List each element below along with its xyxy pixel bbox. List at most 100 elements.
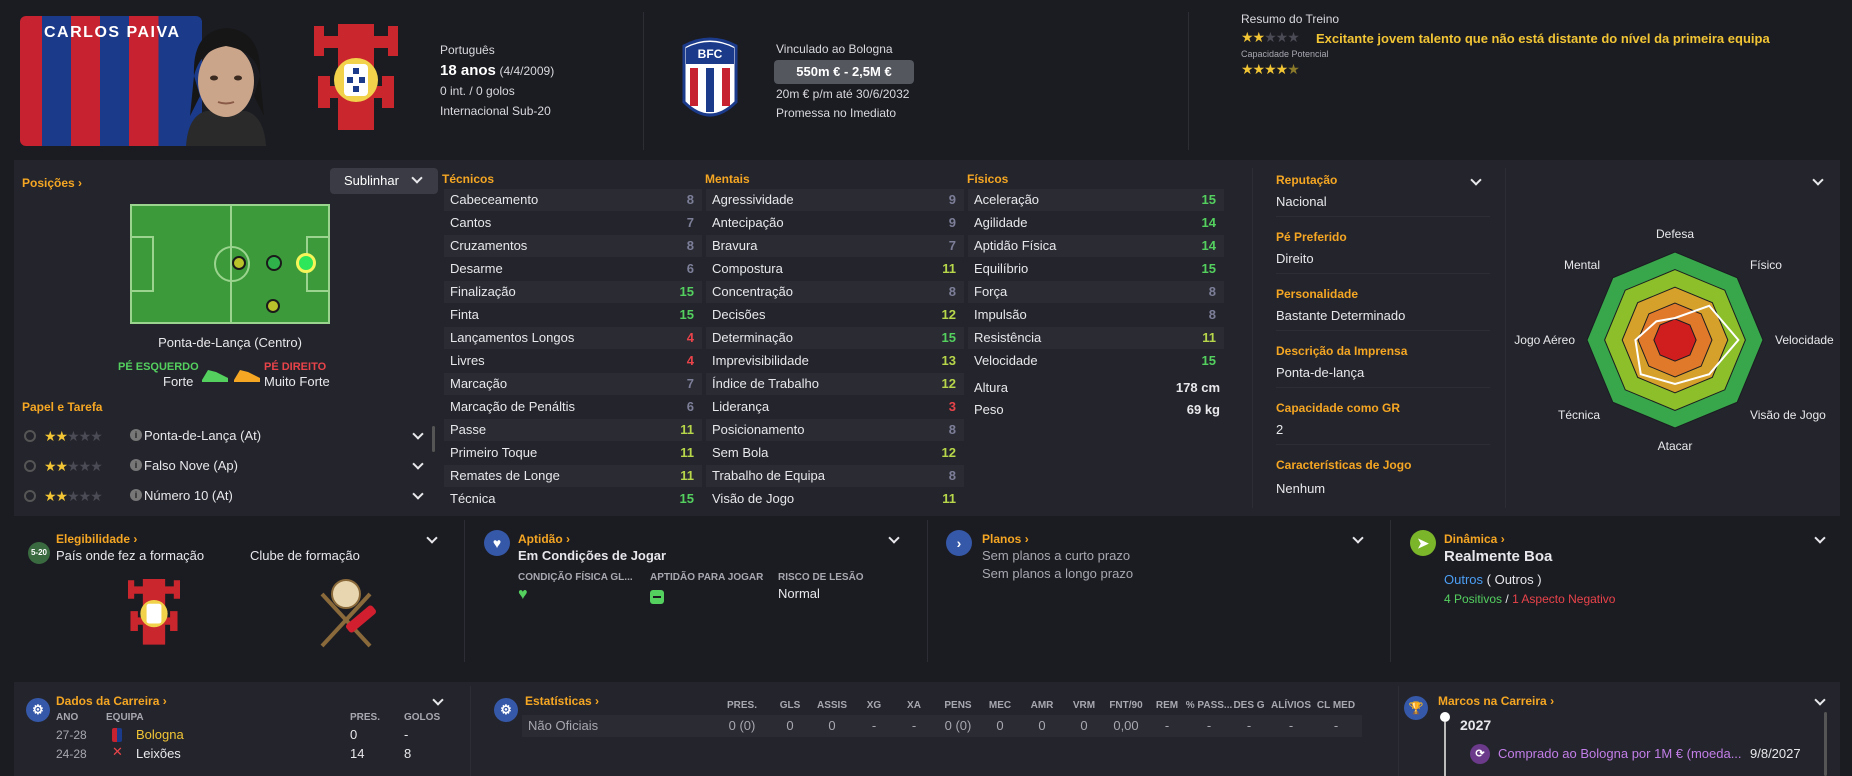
attribute-row[interactable]: Bravura 7 (706, 235, 964, 257)
attribute-name: Técnica (450, 491, 496, 506)
attribute-row[interactable]: Cabeceamento 8 (444, 189, 702, 211)
stats-header[interactable]: ASSIS (808, 700, 856, 711)
others-link[interactable]: Outros (1444, 572, 1483, 587)
stats-header[interactable]: XA (890, 700, 938, 711)
attribute-row[interactable]: Passe 11 (444, 419, 702, 441)
milestones-title[interactable]: Marcos na Carreira › (1438, 694, 1554, 708)
stats-header[interactable]: REM (1143, 700, 1191, 711)
attribute-row[interactable]: Lançamentos Longos 4 (444, 327, 702, 349)
attribute-value: 3 (948, 399, 956, 414)
attribute-row[interactable]: Marcação de Penáltis 6 (444, 396, 702, 418)
attribute-row[interactable]: Trabalho de Equipa 8 (706, 465, 964, 487)
attribute-row[interactable]: Aceleração 15 (968, 189, 1224, 211)
positives[interactable]: 4 Positivos (1444, 592, 1502, 606)
attribute-value: 8 (686, 238, 694, 253)
career-team[interactable]: Leixões (136, 746, 181, 761)
attribute-row[interactable]: Compostura 11 (706, 258, 964, 280)
press-value: Ponta-de-lança (1276, 365, 1365, 380)
attribute-name: Velocidade (974, 353, 1038, 368)
attribute-name: Passe (450, 422, 487, 437)
dynamics-title[interactable]: Dinâmica › (1444, 532, 1505, 546)
eligibility-title[interactable]: Elegibilidade › (56, 532, 137, 546)
role-row[interactable]: ★★★★★ i Falso Nove (Ap) (22, 458, 426, 480)
highlight-dropdown[interactable]: Sublinhar (330, 168, 438, 194)
attribute-row[interactable]: Cruzamentos 8 (444, 235, 702, 257)
attribute-row[interactable]: Agressividade 9 (706, 189, 964, 211)
attribute-row[interactable]: Cantos 7 (444, 212, 702, 234)
stats-header[interactable]: GLS (766, 700, 814, 711)
attribute-row[interactable]: Velocidade 15 (968, 350, 1224, 372)
stats-header[interactable]: VRM (1060, 700, 1108, 711)
reputation-label: Reputação (1276, 173, 1338, 187)
attribute-value: 15 (941, 330, 956, 345)
role-radio[interactable] (24, 460, 36, 472)
attribute-row[interactable]: Força 8 (968, 281, 1224, 303)
traits-label: Características de Jogo (1276, 458, 1412, 472)
attribute-row[interactable]: Técnica 15 (444, 488, 702, 510)
stats-header[interactable]: ALÍVIOS (1267, 700, 1315, 711)
gk-value: 2 (1276, 422, 1284, 437)
chevron-down-icon[interactable] (412, 488, 424, 500)
role-row[interactable]: ★★★★★ i Ponta-de-Lança (At) (22, 428, 426, 450)
fitness-title[interactable]: Aptidão › (518, 532, 570, 546)
role-radio[interactable] (24, 430, 36, 442)
radar-ring (1653, 318, 1697, 362)
attribute-name: Índice de Trabalho (712, 376, 819, 391)
attribute-value: 15 (1201, 353, 1216, 368)
milestone-event[interactable]: Comprado ao Bologna por 1M € (moeda... (1498, 746, 1742, 761)
attribute-row[interactable]: Aptidão Física 14 (968, 235, 1224, 257)
attribute-row[interactable]: Posicionamento 8 (706, 419, 964, 441)
attribute-row[interactable]: Decisões 12 (706, 304, 964, 326)
stats-header[interactable]: CL MED (1312, 700, 1360, 711)
info-icon[interactable]: i (130, 429, 142, 441)
attribute-row[interactable]: Finalização 15 (444, 281, 702, 303)
stats-header[interactable]: DES G (1225, 700, 1273, 711)
attribute-value: 15 (679, 284, 694, 299)
condition-header: CONDIÇÃO FÍSICA GL... (518, 572, 633, 583)
attribute-row[interactable]: Antecipação 9 (706, 212, 964, 234)
stats-header[interactable]: PENS (934, 700, 982, 711)
attribute-row[interactable]: Concentração 8 (706, 281, 964, 303)
leixoes-crest-icon (320, 579, 377, 648)
attribute-value: 12 (941, 307, 956, 322)
role-row[interactable]: ★★★★★ i Número 10 (At) (22, 488, 426, 510)
radar-label: Técnica (1558, 408, 1600, 422)
attribute-row[interactable]: Índice de Trabalho 12 (706, 373, 964, 395)
attribute-row[interactable]: Liderança 3 (706, 396, 964, 418)
negatives[interactable]: 1 Aspecto Negativo (1512, 592, 1615, 606)
country-label: País onde fez a formação (56, 548, 205, 563)
chevron-down-icon[interactable] (412, 428, 424, 440)
chevron-down-icon[interactable] (412, 458, 424, 470)
positions-title[interactable]: Posições › (22, 176, 82, 190)
attribute-row[interactable]: Marcação 7 (444, 373, 702, 395)
milestones-scrollbar[interactable] (1824, 712, 1827, 776)
attribute-row[interactable]: Determinação 15 (706, 327, 964, 349)
info-icon[interactable]: i (130, 489, 142, 501)
divider (1505, 168, 1506, 508)
attribute-row[interactable]: Finta 15 (444, 304, 702, 326)
stats-header[interactable]: AMR (1018, 700, 1066, 711)
value-badge[interactable]: 550m € - 2,5M € (774, 60, 914, 84)
attribute-row[interactable]: Primeiro Toque 11 (444, 442, 702, 464)
roles-scrollbar[interactable] (432, 426, 435, 452)
attribute-row[interactable]: Sem Bola 12 (706, 442, 964, 464)
info-icon[interactable]: i (130, 459, 142, 471)
attribute-row[interactable]: Livres 4 (444, 350, 702, 372)
stats-header[interactable]: MEC (976, 700, 1024, 711)
divider (464, 520, 465, 662)
attribute-value: 8 (948, 284, 956, 299)
attribute-value: 15 (679, 307, 694, 322)
attribute-row[interactable]: Visão de Jogo 11 (706, 488, 964, 510)
attribute-row[interactable]: Remates de Longe 11 (444, 465, 702, 487)
attribute-row[interactable]: Equilíbrio 15 (968, 258, 1224, 280)
plans-title[interactable]: Planos › (982, 532, 1029, 546)
attribute-value: 8 (686, 192, 694, 207)
attribute-row[interactable]: Impulsão 8 (968, 304, 1224, 326)
role-radio[interactable] (24, 490, 36, 502)
attribute-row[interactable]: Desarme 6 (444, 258, 702, 280)
stats-header[interactable]: PRES. (718, 700, 766, 711)
attribute-row[interactable]: Imprevisibilidade 13 (706, 350, 964, 372)
press-label: Descrição da Imprensa (1276, 344, 1408, 358)
attribute-row[interactable]: Resistência 11 (968, 327, 1224, 349)
attribute-row[interactable]: Agilidade 14 (968, 212, 1224, 234)
